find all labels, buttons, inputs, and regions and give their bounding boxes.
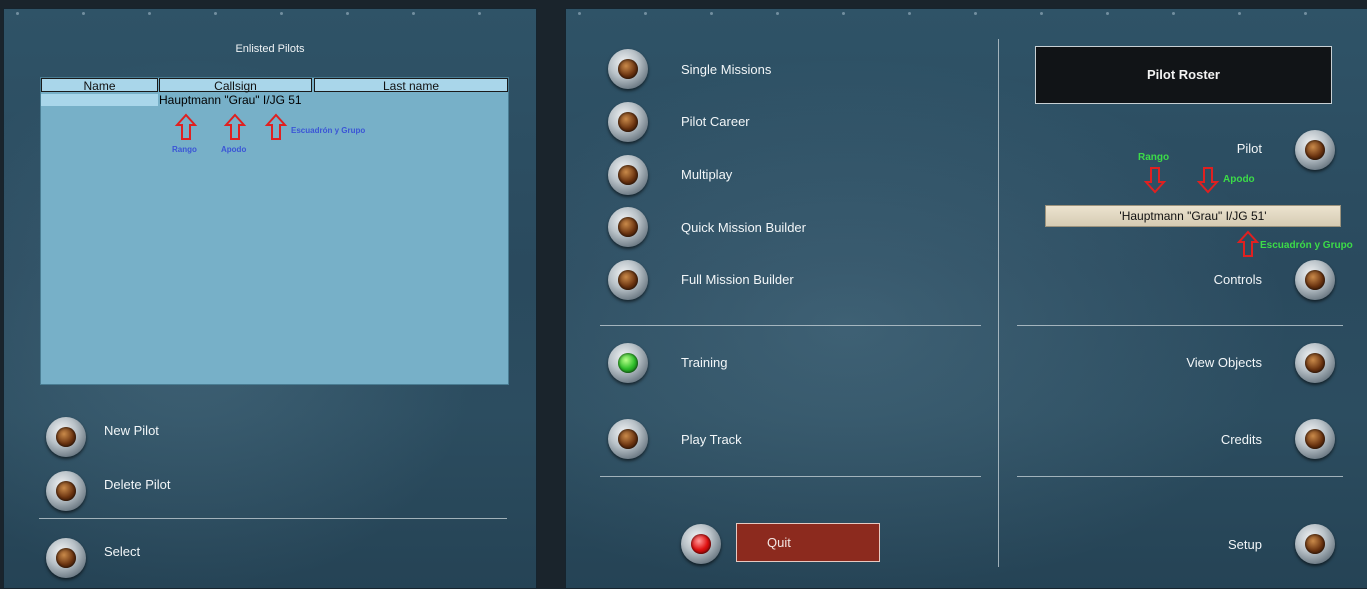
view-objects-button[interactable]: View Objects [1146, 355, 1262, 370]
rivet [16, 12, 19, 15]
rivet [1040, 12, 1043, 15]
table-row[interactable] [41, 94, 158, 106]
view-objects-knob-icon[interactable] [1295, 343, 1335, 383]
arrow-up-icon [1236, 230, 1260, 257]
column-header-name[interactable]: Name [41, 78, 158, 93]
rivet [908, 12, 911, 15]
training-button[interactable]: Training [681, 355, 727, 370]
quick-mission-builder-knob-icon[interactable] [608, 207, 648, 247]
annotation-escuadron: Escuadrón y Grupo [291, 126, 366, 135]
annotation-apodo: Apodo [221, 145, 247, 154]
rivet [644, 12, 647, 15]
divider [1017, 325, 1343, 326]
arrow-up-icon [223, 113, 247, 140]
quit-button[interactable]: Quit [736, 523, 880, 562]
multiplay-button[interactable]: Multiplay [681, 167, 732, 182]
rivet [412, 12, 415, 15]
divider [600, 476, 981, 477]
credits-button[interactable]: Credits [1166, 432, 1262, 447]
full-mission-builder-button[interactable]: Full Mission Builder [681, 272, 794, 287]
divider [1017, 476, 1343, 477]
rivet [776, 12, 779, 15]
multiplay-knob-icon[interactable] [608, 155, 648, 195]
delete-pilot-knob-icon[interactable] [46, 471, 86, 511]
rivet [478, 12, 481, 15]
rivet [710, 12, 713, 15]
enlisted-pilots-title: Enlisted Pilots [235, 43, 305, 55]
rivet [346, 12, 349, 15]
annotation-apodo: Apodo [1223, 174, 1255, 185]
divider [39, 518, 507, 519]
rivet [974, 12, 977, 15]
rivet [1172, 12, 1175, 15]
rivet [214, 12, 217, 15]
annotation-escuadron: Escuadrón y Grupo [1260, 240, 1353, 251]
arrow-up-icon [174, 113, 198, 140]
training-knob-green-lamp-icon[interactable] [608, 343, 648, 383]
table-row-callsign[interactable]: Hauptmann "Grau" I/JG 51 [159, 93, 302, 107]
rivet [1238, 12, 1241, 15]
single-missions-knob-icon[interactable] [608, 49, 648, 89]
quit-knob-red-lamp-icon[interactable] [681, 524, 721, 564]
select-button[interactable]: Select [104, 544, 140, 559]
pilot-roster-title: Pilot Roster [1035, 46, 1332, 104]
new-pilot-knob-icon[interactable] [46, 417, 86, 457]
rivet [82, 12, 85, 15]
select-knob-icon[interactable] [46, 538, 86, 578]
single-missions-button[interactable]: Single Missions [681, 62, 771, 77]
play-track-button[interactable]: Play Track [681, 432, 742, 447]
pilot-career-button[interactable]: Pilot Career [681, 114, 750, 129]
main-menu-panel: Single Missions Pilot Career Multiplay Q… [565, 8, 1367, 589]
quick-mission-builder-button[interactable]: Quick Mission Builder [681, 220, 806, 235]
current-pilot-name: 'Hauptmann "Grau" I/JG 51' [1045, 205, 1341, 227]
credits-knob-icon[interactable] [1295, 419, 1335, 459]
setup-button[interactable]: Setup [1166, 537, 1262, 552]
delete-pilot-button[interactable]: Delete Pilot [104, 477, 170, 492]
rivet [148, 12, 151, 15]
rivet [578, 12, 581, 15]
rivet [842, 12, 845, 15]
rivet [280, 12, 283, 15]
rivet [1304, 12, 1307, 15]
new-pilot-button[interactable]: New Pilot [104, 423, 159, 438]
rivet [1106, 12, 1109, 15]
controls-button[interactable]: Controls [1166, 272, 1262, 287]
arrow-down-icon [1196, 167, 1220, 194]
pilot-career-knob-icon[interactable] [608, 102, 648, 142]
full-mission-builder-knob-icon[interactable] [608, 260, 648, 300]
arrow-up-icon [264, 113, 288, 140]
setup-knob-icon[interactable] [1295, 524, 1335, 564]
column-header-callsign[interactable]: Callsign [159, 78, 312, 93]
pilot-knob-icon[interactable] [1295, 130, 1335, 170]
pilot-list-panel: Enlisted Pilots Name Callsign Last name … [3, 8, 537, 589]
annotation-rango: Rango [1138, 152, 1170, 163]
controls-knob-icon[interactable] [1295, 260, 1335, 300]
divider [600, 325, 981, 326]
vertical-divider [998, 39, 999, 567]
pilot-button[interactable]: Pilot [1166, 141, 1262, 156]
annotation-rango: Rango [172, 145, 197, 154]
arrow-down-icon [1143, 167, 1167, 194]
column-header-last-name[interactable]: Last name [314, 78, 508, 93]
play-track-knob-icon[interactable] [608, 419, 648, 459]
